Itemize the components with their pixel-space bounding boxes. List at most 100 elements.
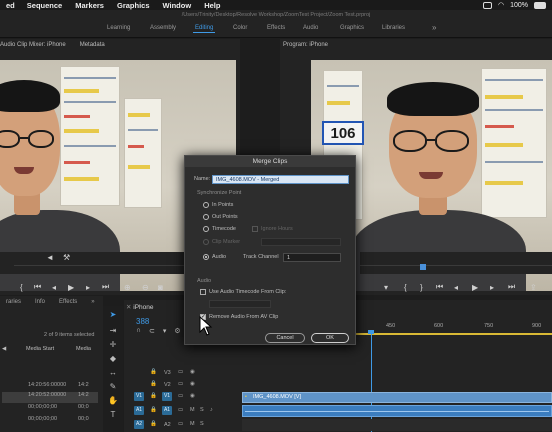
sync-icon[interactable]: ▭ bbox=[178, 421, 183, 427]
menu-graphics[interactable]: Graphics bbox=[117, 1, 150, 10]
solo-icon[interactable]: S bbox=[200, 407, 204, 413]
tab-audio[interactable]: Audio bbox=[303, 25, 318, 31]
lock-icon[interactable]: 🔒 bbox=[150, 393, 157, 399]
mute-icon[interactable]: M bbox=[190, 407, 195, 413]
menu-window[interactable]: Window bbox=[163, 1, 192, 10]
play-icon-program[interactable]: ▶ bbox=[472, 283, 478, 292]
lock-icon[interactable]: 🔒 bbox=[150, 381, 157, 387]
video-clip[interactable]: ▪ IMG_4608.MOV [V] bbox=[242, 392, 552, 403]
more-panels-icon[interactable]: » bbox=[91, 299, 94, 305]
ripple-edit-icon[interactable]: ✛ bbox=[108, 340, 118, 350]
mark-out-icon-program[interactable]: } bbox=[420, 283, 423, 292]
list-item[interactable]: 00;00;00;00 00;0 bbox=[2, 404, 98, 415]
mute-icon[interactable]: M bbox=[190, 421, 195, 427]
tab-learning[interactable]: Learning bbox=[107, 25, 130, 31]
radio-timecode[interactable] bbox=[203, 226, 209, 232]
track-channel-select[interactable]: 1 bbox=[283, 253, 341, 262]
lock-icon[interactable]: 🔒 bbox=[150, 407, 157, 413]
sync-icon[interactable]: ▭ bbox=[178, 381, 183, 387]
screen-record-icon[interactable] bbox=[482, 1, 492, 9]
list-item[interactable]: 14:20:52:00000 14:2 bbox=[2, 392, 98, 403]
program-monitor-title[interactable]: Program: iPhone bbox=[283, 42, 328, 48]
sync-icon[interactable]: ▭ bbox=[178, 393, 183, 399]
track-label-v1[interactable]: V1 bbox=[162, 392, 172, 401]
snap-icon[interactable]: ∩ bbox=[136, 327, 141, 335]
hand-tool-icon[interactable]: ✋ bbox=[108, 396, 118, 406]
ok-button[interactable]: OK bbox=[311, 333, 349, 343]
tab-editing[interactable]: Editing bbox=[192, 25, 216, 33]
eye-icon[interactable]: ◉ bbox=[190, 393, 195, 399]
ignore-hours-checkbox[interactable] bbox=[252, 226, 258, 232]
eye-icon[interactable]: ◉ bbox=[190, 381, 195, 387]
column-media-end[interactable]: Media bbox=[76, 346, 91, 352]
step-back-icon-program[interactable]: ⏮ bbox=[436, 282, 443, 292]
timecode-display[interactable]: 388 bbox=[136, 317, 149, 326]
menu-edit[interactable]: ed bbox=[6, 1, 15, 10]
insert-icon[interactable]: ⊕ bbox=[124, 283, 131, 292]
tab-effects[interactable]: Effects bbox=[267, 25, 285, 31]
lock-icon[interactable]: 🔒 bbox=[150, 421, 157, 427]
lift-icon[interactable]: ⇪ bbox=[530, 283, 537, 292]
wrench-icon[interactable]: ⚙ bbox=[174, 327, 180, 335]
radio-audio[interactable] bbox=[203, 254, 209, 260]
step-back-icon[interactable]: ⏮ bbox=[34, 282, 41, 292]
battery-icon[interactable] bbox=[534, 1, 546, 9]
frame-back-icon[interactable]: ◂ bbox=[52, 283, 56, 292]
source-patch-a1[interactable]: A1 bbox=[134, 406, 144, 415]
selection-tool-icon[interactable]: ➤ bbox=[108, 310, 118, 320]
use-audio-timecode-checkbox[interactable] bbox=[200, 289, 206, 295]
mark-in-icon[interactable]: { bbox=[20, 283, 23, 292]
play-icon[interactable]: ▶ bbox=[68, 283, 74, 292]
mark-in-icon-program[interactable]: { bbox=[404, 283, 407, 292]
settings-icon[interactable]: ⚒ bbox=[63, 253, 70, 262]
empty-track-area[interactable] bbox=[242, 419, 552, 431]
marker-icon[interactable]: ▾ bbox=[384, 283, 388, 292]
tab-metadata[interactable]: Metadata bbox=[80, 42, 105, 48]
sync-icon[interactable]: ▭ bbox=[178, 369, 183, 375]
tab-libraries[interactable]: Libraries bbox=[382, 25, 405, 31]
lock-icon[interactable]: 🔒 bbox=[150, 369, 157, 375]
tab-effects-small[interactable]: Effects bbox=[59, 299, 77, 305]
linked-selection-icon[interactable]: ⊂ bbox=[149, 327, 155, 335]
sync-icon[interactable]: ▭ bbox=[178, 407, 183, 413]
solo-icon[interactable]: S bbox=[200, 421, 204, 427]
tab-assembly[interactable]: Assembly bbox=[150, 25, 176, 31]
camera-icon[interactable]: ◙ bbox=[158, 283, 163, 292]
tab-color[interactable]: Color bbox=[233, 25, 247, 31]
fit-dropdown-icon[interactable]: ◄ bbox=[46, 253, 54, 262]
list-item[interactable]: 00;00;00;00 00;0 bbox=[2, 416, 98, 427]
eye-icon[interactable]: ◉ bbox=[190, 369, 195, 375]
menu-markers[interactable]: Markers bbox=[75, 1, 104, 10]
pen-tool-icon[interactable]: ✎ bbox=[108, 382, 118, 392]
name-input[interactable]: IMG_4608.MOV - Merged bbox=[212, 175, 349, 184]
sort-arrow-icon[interactable]: ◀ bbox=[2, 346, 6, 352]
razor-tool-icon[interactable]: ◆ bbox=[108, 354, 118, 364]
slip-tool-icon[interactable]: ↔ bbox=[108, 368, 118, 378]
radio-in-points[interactable] bbox=[203, 202, 209, 208]
program-playhead[interactable] bbox=[420, 264, 426, 270]
menu-help[interactable]: Help bbox=[204, 1, 220, 10]
tab-info[interactable]: Info bbox=[35, 299, 45, 305]
add-marker-icon[interactable]: ▾ bbox=[163, 327, 167, 335]
track-select-icon[interactable]: ⇥ bbox=[108, 326, 118, 336]
frame-forward-icon[interactable]: ▸ bbox=[86, 283, 90, 292]
track-label-a1[interactable]: A1 bbox=[162, 406, 172, 415]
frame-back-icon-program[interactable]: ◂ bbox=[454, 283, 458, 292]
overwrite-icon[interactable]: ⊖ bbox=[142, 283, 149, 292]
step-forward-icon-program[interactable]: ⏭ bbox=[508, 282, 515, 292]
type-tool-icon[interactable]: T bbox=[108, 410, 118, 420]
cancel-button[interactable]: Cancel bbox=[265, 333, 305, 343]
radio-out-points[interactable] bbox=[203, 214, 209, 220]
source-patch-a2[interactable]: A2 bbox=[134, 420, 144, 429]
sequence-tab[interactable]: iPhone bbox=[133, 304, 153, 311]
tab-audio-clip-mixer[interactable]: Audio Clip Mixer: iPhone bbox=[0, 42, 66, 48]
step-forward-icon[interactable]: ⏭ bbox=[102, 282, 109, 292]
menu-sequence[interactable]: Sequence bbox=[27, 1, 62, 10]
wifi-icon[interactable]: ◠ bbox=[498, 1, 504, 9]
source-patch-v1[interactable]: V1 bbox=[134, 392, 144, 401]
mic-icon[interactable]: ♪ bbox=[210, 407, 213, 413]
tab-libraries-small[interactable]: raries bbox=[6, 299, 21, 305]
tab-graphics[interactable]: Graphics bbox=[340, 25, 364, 31]
radio-clip-marker[interactable] bbox=[203, 239, 209, 245]
column-media-start[interactable]: Media Start bbox=[26, 346, 54, 352]
